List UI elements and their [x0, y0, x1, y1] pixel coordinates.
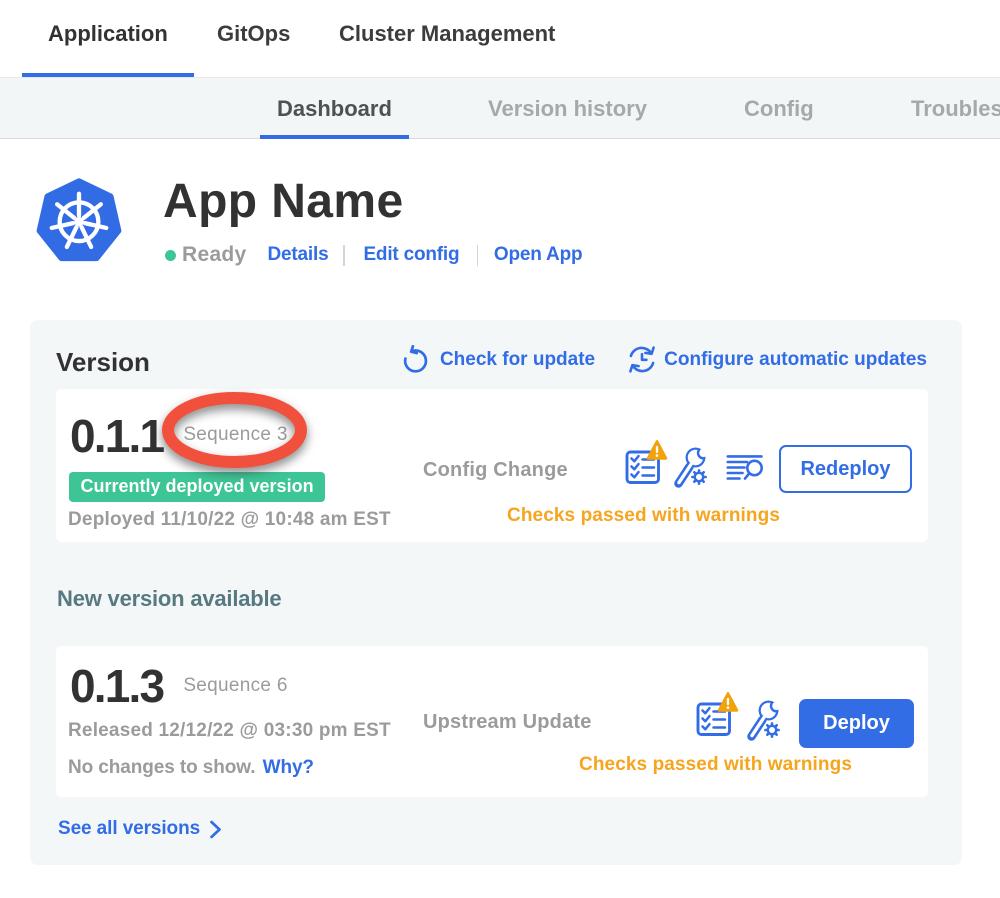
- app-title: App Name: [163, 178, 404, 226]
- version-panel-title: Version: [56, 347, 150, 378]
- see-all-versions-link[interactable]: See all versions: [58, 818, 222, 840]
- redeploy-button[interactable]: Redeploy: [779, 445, 912, 493]
- top-nav-gitops-label: GitOps: [217, 21, 290, 47]
- top-nav-cluster-management[interactable]: Cluster Management: [313, 0, 581, 77]
- app-status-row: Ready Details Edit config Open App: [165, 244, 582, 266]
- tab-dashboard-label: Dashboard: [277, 96, 392, 122]
- wrench-gear-icon[interactable]: [746, 699, 782, 741]
- top-nav-application[interactable]: Application: [22, 0, 194, 77]
- tab-dashboard[interactable]: Dashboard: [260, 78, 409, 139]
- no-changes-label: No changes to show.: [68, 757, 255, 778]
- refresh-icon: [402, 345, 429, 374]
- details-link[interactable]: Details: [268, 244, 329, 266]
- see-all-versions-label: See all versions: [58, 818, 200, 840]
- no-changes-text: No changes to show. Why?: [68, 757, 314, 779]
- available-version-sequence: Sequence 6: [183, 675, 287, 697]
- available-checks-status[interactable]: Checks passed with warnings: [579, 754, 852, 776]
- chevron-right-icon: [209, 820, 222, 839]
- preflight-checklist-warning-icon[interactable]: [695, 690, 741, 738]
- sub-nav: Dashboard Version history Config Trouble…: [0, 78, 1000, 139]
- view-files-icon[interactable]: [726, 454, 764, 482]
- auto-update-schedule-icon: [627, 345, 657, 374]
- top-nav: Application GitOps Cluster Management: [0, 0, 1000, 78]
- tab-config[interactable]: Config: [727, 78, 831, 139]
- status-label: Ready: [182, 243, 247, 267]
- current-checks-status[interactable]: Checks passed with warnings: [507, 505, 780, 527]
- top-nav-application-label: Application: [48, 21, 168, 47]
- check-for-update-link[interactable]: Check for update: [402, 345, 595, 374]
- top-nav-cluster-management-label: Cluster Management: [339, 21, 555, 47]
- tab-config-label: Config: [744, 96, 814, 122]
- configure-automatic-updates-link[interactable]: Configure automatic updates: [627, 345, 927, 374]
- version-panel: Version Check for update Configure autom…: [30, 320, 962, 865]
- available-version-card: 0.1.3 Sequence 6 Released 12/12/22 @ 03:…: [56, 646, 928, 797]
- new-version-heading: New version available: [57, 586, 281, 612]
- kubernetes-logo-icon: [36, 177, 122, 263]
- deploy-button[interactable]: Deploy: [799, 699, 914, 748]
- wrench-gear-icon[interactable]: [673, 446, 709, 488]
- check-for-update-label: Check for update: [440, 349, 595, 371]
- current-version-number: 0.1.1: [70, 409, 163, 463]
- preflight-checklist-warning-icon[interactable]: [624, 438, 670, 486]
- available-version-number: 0.1.3: [70, 659, 163, 713]
- available-version-source: Upstream Update: [423, 711, 592, 734]
- tab-version-history-label: Version history: [488, 96, 647, 122]
- open-app-link[interactable]: Open App: [494, 244, 582, 266]
- currently-deployed-badge: Currently deployed version: [69, 472, 325, 502]
- tab-troubleshoot[interactable]: Troubleshoot: [894, 78, 1000, 139]
- status-ready-dot: [165, 250, 176, 261]
- tab-version-history[interactable]: Version history: [471, 78, 664, 139]
- why-link[interactable]: Why?: [263, 757, 314, 778]
- current-version-card: 0.1.1 Sequence 3 Currently deployed vers…: [56, 389, 928, 542]
- current-version-sequence: Sequence 3: [183, 424, 287, 446]
- divider: [343, 245, 345, 266]
- deployed-timestamp: Deployed 11/10/22 @ 10:48 am EST: [68, 509, 391, 531]
- top-nav-gitops[interactable]: GitOps: [191, 0, 316, 77]
- configure-automatic-updates-label: Configure automatic updates: [664, 349, 927, 371]
- edit-config-link[interactable]: Edit config: [363, 244, 459, 266]
- released-timestamp: Released 12/12/22 @ 03:30 pm EST: [68, 720, 391, 742]
- current-version-source: Config Change: [423, 459, 568, 482]
- tab-troubleshoot-label: Troubleshoot: [911, 96, 1000, 122]
- divider: [477, 245, 479, 266]
